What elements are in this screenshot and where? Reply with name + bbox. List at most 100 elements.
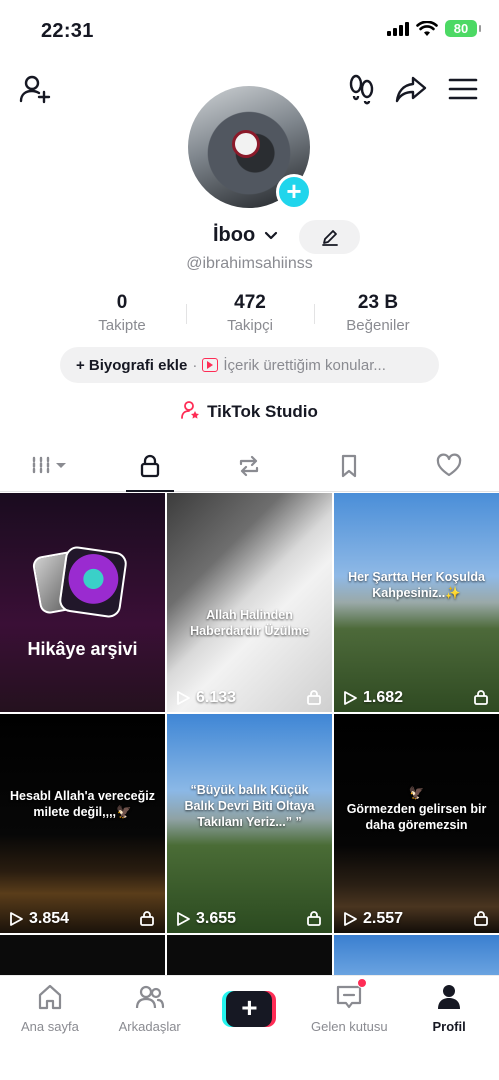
edit-profile-button[interactable] <box>299 220 360 254</box>
lock-icon <box>307 911 321 926</box>
heart-icon <box>436 453 462 476</box>
add-bio-button[interactable]: + Biyografi ekle <box>76 357 187 374</box>
lock-icon <box>307 690 321 705</box>
view-count-value: 3.655 <box>196 910 237 927</box>
video-caption: “Büyük balık Küçük Balık Devri Biti Olta… <box>184 782 315 830</box>
video-tile[interactable]: Allah Halinden Haberdardır Üzülme 6.133 <box>167 493 332 712</box>
add-user-icon <box>19 75 51 104</box>
battery-icon: 80 <box>445 20 481 37</box>
profile-handle: @ibrahimsahiinss <box>0 255 499 273</box>
tab-reposts[interactable] <box>200 440 300 491</box>
add-friend-button[interactable] <box>18 72 52 106</box>
handle-text: @ibrahimsahiinss <box>186 255 313 272</box>
tab-private[interactable] <box>100 440 200 492</box>
profile-tabs <box>0 440 499 492</box>
view-count-value: 3.854 <box>29 910 70 927</box>
share-button[interactable] <box>394 72 428 106</box>
repost-icon <box>240 455 259 476</box>
wifi-icon <box>416 20 438 36</box>
stat-following[interactable]: 0 Takipte <box>58 292 186 338</box>
status-icons: 80 <box>387 20 481 37</box>
friends-icon <box>135 985 164 1009</box>
footprints-icon <box>349 74 374 105</box>
bottom-nav: Ana sayfa Arkadaşlar + Gelen kutusu Prof… <box>0 975 499 1080</box>
bio-pill: + Biyografi ekle · İçerik ürettiğim konu… <box>60 347 439 383</box>
view-count-value: 2.557 <box>363 910 404 927</box>
grid-menu-icon <box>32 456 66 475</box>
stat-label: Beğeniler <box>346 317 410 334</box>
stat-label: Takipçi <box>227 317 273 334</box>
lock-icon <box>140 454 159 477</box>
home-icon <box>38 984 61 1010</box>
video-caption: Hesabl Allah'a vereceğiz milete değil,,,… <box>10 788 155 819</box>
view-count: 1.682 <box>342 689 403 707</box>
play-icon <box>10 912 23 926</box>
menu-button[interactable] <box>446 72 480 106</box>
video-tile[interactable]: Her Şartta Her Koşulda Kahpesiniz..✨ 1.6… <box>334 493 499 712</box>
name-row: İboo <box>0 220 499 254</box>
video-caption: Allah Halinden Haberdardır Üzülme <box>190 607 309 638</box>
nav-home-label: Ana sayfa <box>20 1019 79 1034</box>
create-plus-icon: + <box>226 991 273 1027</box>
video-tile[interactable] <box>0 935 165 975</box>
tab-liked[interactable] <box>399 440 499 491</box>
video-grid: Hikâye arşivi Allah Halinden Haberdardır… <box>0 493 499 975</box>
nav-home[interactable]: Ana sayfa <box>0 976 100 1080</box>
view-count-value: 6.133 <box>196 689 237 706</box>
add-story-button[interactable]: + <box>276 174 312 210</box>
view-count: 2.557 <box>342 910 403 928</box>
play-icon <box>177 691 190 705</box>
video-tile[interactable]: 🦅 Görmezden gelirsen bir daha göremezsin… <box>334 714 499 933</box>
view-count: 3.655 <box>175 910 236 928</box>
tab-saved[interactable] <box>299 440 399 491</box>
separator-dot: · <box>192 356 198 374</box>
profile-name[interactable]: İboo <box>213 224 255 247</box>
video-tile[interactable]: Hesabl Allah'a vereceğiz milete değil,,,… <box>0 714 165 933</box>
nav-create[interactable]: + <box>200 976 300 1080</box>
content-topics-button[interactable]: İçerik ürettiğim konular... <box>223 357 386 374</box>
profile-icon <box>438 985 461 1009</box>
create-button[interactable]: + <box>222 991 277 1027</box>
story-archive-label: Hikâye arşivi <box>27 639 138 659</box>
chevron-down-icon[interactable] <box>263 228 279 244</box>
video-caption: 🦅 Görmezden gelirsen bir daha göremezsin <box>346 785 487 833</box>
nav-profile[interactable]: Profil <box>399 976 499 1080</box>
nav-friends-label: Arkadaşlar <box>118 1019 181 1034</box>
footprints-button[interactable] <box>345 72 379 106</box>
archive-card-front <box>57 545 129 619</box>
share-icon <box>395 76 427 103</box>
lock-icon <box>140 911 154 926</box>
status-bar: 22:31 80 <box>0 0 499 60</box>
bookmark-icon <box>342 454 357 477</box>
profile-stats: 0 Takipte 472 Takipçi 23 B Beğeniler <box>58 292 442 338</box>
signal-icon <box>387 21 409 36</box>
battery-level: 80 <box>453 21 469 36</box>
nav-friends[interactable]: Arkadaşlar <box>100 976 200 1080</box>
play-box-icon <box>202 358 219 372</box>
nav-profile-label: Profil <box>432 1019 466 1034</box>
play-icon <box>344 912 357 926</box>
video-tile[interactable] <box>334 935 499 975</box>
play-icon <box>177 912 190 926</box>
tiktok-studio-link[interactable]: TikTok Studio <box>0 400 499 422</box>
user-star-icon <box>181 401 200 419</box>
nav-inbox-label: Gelen kutusu <box>310 1019 388 1034</box>
video-tile[interactable]: “Büyük balık Küçük Balık Devri Biti Olta… <box>167 714 332 933</box>
view-count: 6.133 <box>175 689 236 707</box>
lock-icon <box>474 911 488 926</box>
story-archive-tile[interactable]: Hikâye arşivi <box>0 493 165 712</box>
notification-dot <box>357 978 368 988</box>
view-count-value: 1.682 <box>363 689 404 706</box>
avatar-car-logo <box>232 130 260 158</box>
pencil-icon <box>321 230 338 246</box>
hamburger-menu-icon <box>448 78 478 100</box>
stat-label: Takipte <box>98 317 146 334</box>
status-time: 22:31 <box>41 20 94 42</box>
nav-inbox[interactable]: Gelen kutusu <box>299 976 399 1080</box>
tab-videos-grid[interactable] <box>0 440 100 491</box>
stat-likes[interactable]: 23 B Beğeniler <box>314 292 442 338</box>
video-tile[interactable] <box>167 935 332 975</box>
stat-value: 23 B <box>357 292 399 313</box>
stat-followers[interactable]: 472 Takipçi <box>186 292 314 338</box>
play-icon <box>344 691 357 705</box>
